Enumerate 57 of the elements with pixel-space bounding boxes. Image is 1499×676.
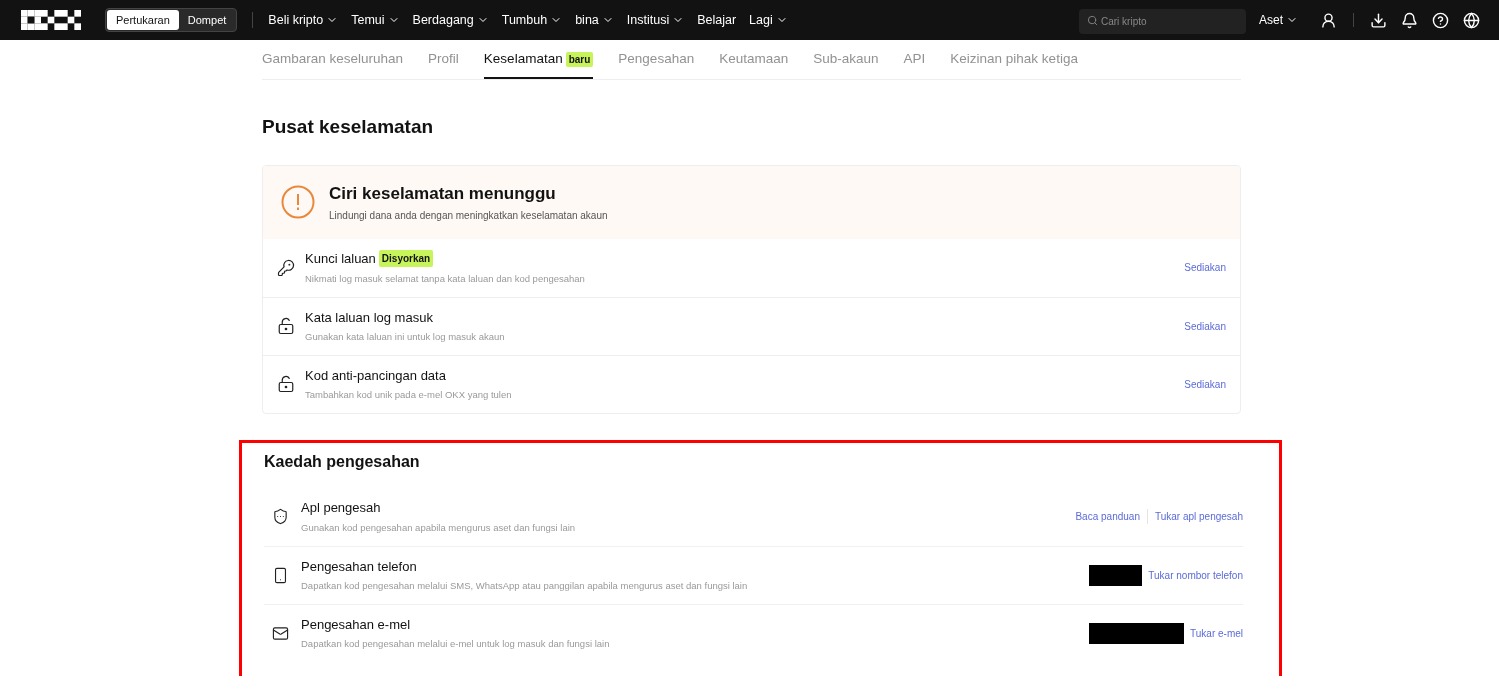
method-description: Dapatkan kod pengesahan melalui e-mel untuk log masuk dan fungsi lain	[301, 637, 610, 652]
new-badge: baru	[565, 52, 594, 67]
feature-title: Kod anti-pancingan data	[305, 366, 446, 385]
method-description: Gunakan kod pengesahan apabila mengurus aset dan fungsi lain	[301, 520, 576, 535]
unlocked-padlock-icon	[277, 317, 295, 335]
feature-description: Tambahkan kod unik pada e-mel OKX yang tulen	[305, 388, 512, 403]
feature-description: Gunakan kata laluan ini untuk log masuk akaun	[305, 330, 505, 345]
action-link[interactable]: Tukar apl pengesah	[1146, 509, 1243, 524]
tab[interactable]: Profil	[428, 40, 459, 79]
download-icon[interactable]	[1370, 11, 1387, 29]
pending-title: Ciri keselamatan menunggu	[329, 182, 557, 205]
feature-title: Kunci laluan	[305, 250, 376, 269]
notification-bell-icon[interactable]	[1401, 11, 1418, 29]
tab[interactable]: API	[903, 40, 926, 79]
assets-menu[interactable]: Aset	[1259, 11, 1298, 29]
method-title: Apl pengesah	[301, 499, 382, 518]
nav-menu-item[interactable]: Berdagang	[412, 10, 489, 30]
tab[interactable]: Keutamaan	[719, 40, 789, 79]
nav-menu-item[interactable]: Institusi	[626, 10, 685, 30]
action-link[interactable]: Tukar nombor telefon	[1148, 567, 1243, 583]
method-title: Pengesahan e-mel	[301, 615, 412, 634]
logo-icon[interactable]	[19, 10, 83, 30]
user-icon[interactable]	[1320, 11, 1337, 29]
shield-icon	[272, 508, 289, 525]
mode-toggle-option[interactable]: Dompet	[178, 10, 236, 30]
tab[interactable]: Sub-akaun	[813, 40, 879, 79]
method-description: Dapatkan kod pengesahan melalui SMS, WhatsApp atau panggilan apabila mengurus aset dan fungsi lain	[301, 579, 748, 594]
action-link[interactable]: Baca panduan	[1075, 509, 1140, 524]
action-link[interactable]: Tukar e-mel	[1190, 625, 1243, 641]
tab[interactable]: Keselamatan baru	[483, 40, 594, 79]
warning-circle-icon	[281, 185, 315, 219]
feature-description: Nikmati log masuk selamat tanpa kata laluan dan kod pengesahan	[305, 271, 585, 286]
phone-icon	[272, 566, 289, 584]
setup-link[interactable]: Sediakan	[1184, 318, 1226, 334]
nav-menu-item[interactable]: Tumbuh	[501, 10, 563, 30]
method-title: Pengesahan telefon	[301, 557, 418, 576]
nav-menu-item[interactable]: Lagi	[749, 10, 788, 30]
feature-title: Kata laluan log masuk	[305, 308, 433, 327]
tab[interactable]: Pengesahan	[618, 40, 695, 79]
pending-subtitle: Lindungi dana anda dengan meningkatkan keselamatan akaun	[329, 209, 608, 224]
search-field[interactable]: Cari kripto	[1079, 8, 1246, 34]
setup-link[interactable]: Sediakan	[1184, 260, 1226, 275]
nav-menu-item[interactable]: Temui	[351, 10, 400, 30]
section-title: Kaedah pengesahan	[264, 451, 421, 472]
nav-menu-item[interactable]: bina	[575, 10, 614, 30]
page-title: Pusat keselamatan	[262, 115, 435, 139]
nav-menu-item[interactable]: Beli kripto	[268, 10, 339, 30]
search-icon	[1087, 14, 1098, 26]
help-icon[interactable]	[1432, 11, 1449, 29]
tab[interactable]: Keizinan pihak ketiga	[950, 40, 1078, 79]
recommended-badge: Disyorkan	[378, 250, 434, 268]
globe-icon[interactable]	[1463, 11, 1480, 29]
mode-toggle-option[interactable]: Pertukaran	[107, 10, 179, 30]
envelope-icon	[272, 624, 289, 642]
tab[interactable]: Gambaran keseluruhan	[262, 40, 404, 79]
setup-link[interactable]: Sediakan	[1184, 376, 1226, 392]
nav-menu-item[interactable]: Belajar	[697, 10, 737, 30]
